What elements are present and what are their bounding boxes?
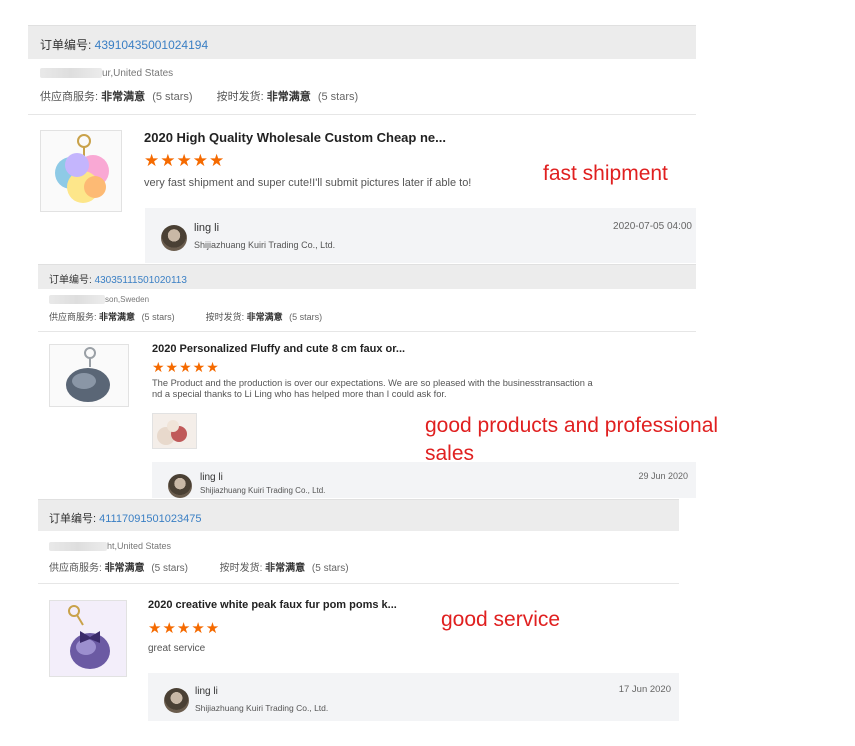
product-title[interactable]: 2020 Personalized Fluffy and cute 8 cm f…: [152, 343, 405, 355]
shipping-value: 非常满意: [266, 91, 311, 103]
review-text: great service: [148, 643, 206, 654]
seller-reply: ling li Shijiazhuang Kuiri Trading Co., …: [145, 208, 696, 263]
reply-date: 17 Jun 2020: [618, 684, 671, 695]
buyer-name-blurred: [40, 68, 102, 79]
reply-name: ling li: [200, 472, 223, 483]
review-text: very fast shipment and super cute!I'll s…: [144, 177, 472, 189]
shipping-stars: (5 stars): [289, 312, 323, 322]
shipping-value: 非常满意: [265, 563, 306, 574]
product-thumbnail[interactable]: [49, 600, 127, 677]
shipping-label: 按时发货:: [205, 312, 245, 322]
divider: [38, 331, 696, 332]
order-number-label: 订单编号:: [40, 38, 95, 52]
seller-avatar: [164, 688, 189, 713]
seller-reply: ling li Shijiazhuang Kuiri Trading Co., …: [148, 673, 679, 721]
shipping-label: 按时发货:: [216, 91, 264, 103]
shipping-label: 按时发货:: [219, 563, 263, 574]
order-number-link[interactable]: 43910435001024194: [95, 38, 208, 52]
reply-name: ling li: [194, 222, 220, 234]
order-number-label: 订单编号:: [49, 513, 100, 525]
reply-date: 2020-07-05 04:00: [613, 221, 692, 232]
shipping-stars: (5 stars): [311, 563, 349, 574]
seller-avatar: [161, 225, 187, 251]
seller-reply: ling li Shijiazhuang Kuiri Trading Co., …: [152, 462, 696, 498]
seller-ratings: 供应商服务: 非常满意 (5 stars) 按时发货: 非常满意 (5 star…: [49, 310, 322, 323]
reply-company: Shijiazhuang Kuiri Trading Co., Ltd.: [194, 240, 336, 250]
seller-avatar: [168, 474, 192, 498]
seller-ratings: 供应商服务: 非常满意 (5 stars) 按时发货: 非常满意 (5 star…: [49, 559, 349, 574]
buyer-name-blurred: [49, 295, 105, 305]
pom-pom-image: [55, 134, 109, 203]
annotation-note-line1: good products and professional: [425, 414, 719, 437]
rating-stars: ★★★★★: [152, 359, 220, 375]
product-thumbnail[interactable]: [49, 344, 129, 407]
buyer-location-text: son,Sweden: [105, 295, 150, 304]
annotation-note-line2: sales: [425, 442, 475, 465]
divider: [28, 114, 696, 115]
reply-date: 29 Jun 2020: [638, 471, 688, 481]
service-label: 供应商服务:: [49, 312, 97, 322]
shipping-value: 非常满意: [246, 312, 283, 322]
review-photo[interactable]: [152, 413, 197, 449]
order-number-link[interactable]: 41117091501023475: [99, 513, 201, 525]
service-stars: (5 stars): [141, 312, 175, 322]
service-value: 非常满意: [101, 91, 146, 103]
product-title[interactable]: 2020 High Quality Wholesale Custom Cheap…: [144, 130, 446, 145]
order-header: 订单编号: 43910435001024194: [28, 25, 696, 59]
annotation-note: good service: [441, 608, 561, 631]
buyer-location: ht,United States: [49, 541, 172, 552]
order-header: 订单编号: 43035111501020113: [38, 264, 696, 289]
buyer-name-blurred: [49, 542, 107, 552]
service-stars: (5 stars): [152, 91, 193, 103]
buyer-location-text: ur,United States: [102, 68, 174, 79]
service-value: 非常满意: [99, 312, 136, 322]
product-title[interactable]: 2020 creative white peak faux fur pom po…: [148, 599, 397, 611]
buyer-location: son,Sweden: [49, 295, 150, 305]
service-label: 供应商服务:: [49, 563, 102, 574]
service-value: 非常满意: [104, 563, 145, 574]
buyer-location-text: ht,United States: [107, 541, 172, 551]
reply-name: ling li: [195, 686, 218, 697]
review-photo-image: [157, 420, 187, 445]
order-header: 订单编号: 41117091501023475: [38, 499, 679, 531]
reply-company: Shijiazhuang Kuiri Trading Co., Ltd.: [200, 486, 326, 495]
pom-pom-image: [68, 605, 110, 669]
annotation-note: fast shipment: [543, 162, 668, 185]
review-text-line2: nd a special thanks to Li Ling who has h…: [152, 389, 447, 399]
rating-stars: ★★★★★: [148, 620, 221, 637]
order-number-link[interactable]: 43035111501020113: [95, 275, 187, 286]
review-text-line1: The Product and the production is over o…: [152, 378, 593, 388]
product-thumbnail[interactable]: [40, 130, 122, 212]
seller-ratings: 供应商服务: 非常满意 (5 stars) 按时发货: 非常满意 (5 star…: [40, 88, 358, 104]
shipping-stars: (5 stars): [317, 91, 359, 103]
service-stars: (5 stars): [151, 563, 189, 574]
rating-stars: ★★★★★: [144, 151, 226, 170]
order-number-label: 订单编号:: [49, 275, 95, 286]
service-label: 供应商服务:: [40, 91, 99, 103]
pom-pom-image: [66, 347, 110, 402]
reply-company: Shijiazhuang Kuiri Trading Co., Ltd.: [195, 703, 329, 713]
divider: [38, 583, 679, 584]
buyer-location: ur,United States: [40, 68, 173, 79]
